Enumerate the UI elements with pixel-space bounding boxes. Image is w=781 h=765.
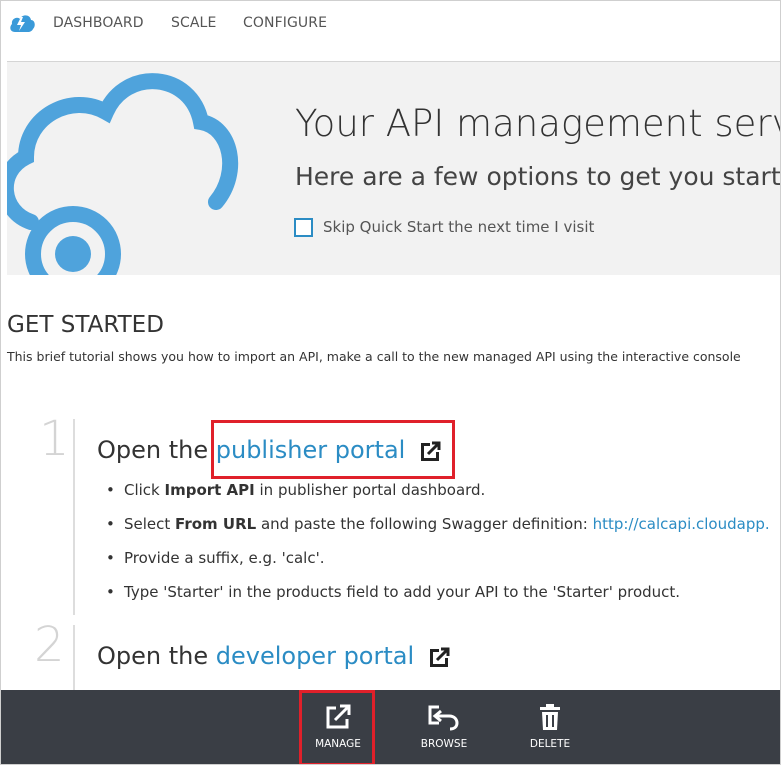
app-window: DASHBOARD SCALE CONFIGURE Your API manag… [0, 0, 781, 765]
publisher-portal-highlight [211, 420, 455, 479]
delete-button[interactable]: DELETE [515, 690, 585, 764]
hero-subtitle: Here are a few options to get you starte… [295, 162, 781, 191]
hero-title: Your API management service [295, 102, 780, 145]
manage-highlight [299, 690, 375, 764]
nav-configure[interactable]: CONFIGURE [243, 15, 327, 31]
swagger-url-link[interactable]: http://calcapi.cloudapp. [593, 515, 770, 533]
browse-icon [428, 705, 459, 731]
list-item: Click Import API in publisher portal das… [106, 481, 770, 515]
step-1-rule [73, 419, 75, 615]
step-1-prefix: Open the [97, 436, 216, 464]
quickstart-hero: Your API management service Here are a f… [7, 62, 781, 275]
skip-quickstart-label[interactable]: Skip Quick Start the next time I visit [323, 218, 594, 236]
nav-scale[interactable]: SCALE [171, 15, 216, 31]
step-2-rule [73, 625, 75, 695]
nav-dashboard[interactable]: DASHBOARD [53, 15, 144, 31]
step-1-instructions: Click Import API in publisher portal das… [106, 481, 770, 617]
browse-button[interactable]: BROWSE [409, 690, 479, 764]
get-started-heading: GET STARTED [7, 312, 164, 338]
step-2-heading: Open the developer portal [97, 642, 450, 670]
cloud-icon [7, 73, 239, 275]
list-item: Provide a suffix, e.g. 'calc'. [106, 549, 770, 583]
browse-label: BROWSE [420, 738, 468, 750]
step-2-number: 2 [34, 617, 65, 673]
delete-label: DELETE [529, 738, 571, 750]
external-link-icon[interactable] [429, 647, 450, 667]
step-2-prefix: Open the [97, 642, 216, 670]
list-item: Type 'Starter' in the products field to … [106, 583, 770, 617]
developer-portal-link[interactable]: developer portal [216, 642, 414, 670]
get-started-description: This brief tutorial shows you how to imp… [7, 349, 741, 364]
skip-quickstart-checkbox[interactable] [294, 218, 313, 237]
list-item: Select From URL and paste the following … [106, 515, 770, 549]
command-bar: MANAGE BROWSE DELETE [1, 690, 780, 764]
trash-icon [540, 704, 560, 730]
step-1-number: 1 [39, 411, 70, 467]
api-management-logo-icon[interactable] [9, 12, 35, 34]
top-nav: DASHBOARD SCALE CONFIGURE [1, 1, 780, 49]
